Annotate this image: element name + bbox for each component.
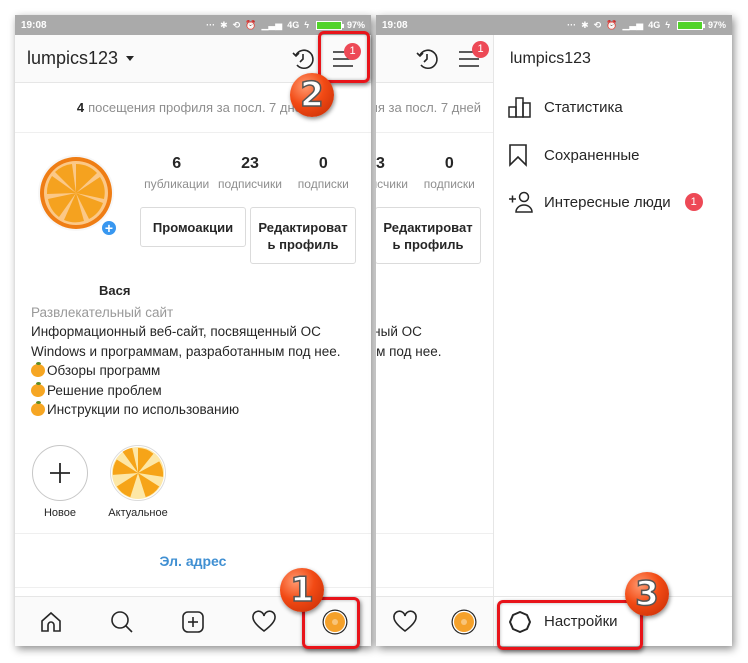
step-2-marker: 2 [290, 73, 334, 117]
signal-icon: ▁▃▅ [261, 19, 283, 30]
signal-icon: ▁▃▅ [622, 19, 644, 30]
tab-activity[interactable] [376, 597, 435, 646]
step-3-marker: 3 [625, 572, 669, 616]
stat-following-value: 0 [318, 155, 328, 172]
bluetooth-icon: ✱ [220, 19, 228, 30]
tangerine-emoji-icon [31, 381, 45, 397]
profile-avatar-icon [451, 609, 477, 634]
stat-posts-value: 6 [172, 155, 182, 172]
activity-heart-icon [393, 609, 418, 632]
archive-history-button[interactable] [287, 43, 319, 75]
visits-text: посещения профиля за посл. 7 дней [376, 100, 481, 115]
edit-profile-button[interactable]: Редактировать профиль [250, 207, 356, 264]
battery-percent: 97% [707, 20, 726, 30]
discover-people-badge: 1 [684, 193, 703, 211]
step-1-marker: 1 [280, 568, 324, 612]
stat-followers[interactable]: 23 подписчики [213, 155, 286, 191]
battery-icon [676, 20, 705, 30]
account-switcher[interactable]: lumpics123 [27, 48, 118, 69]
bar-chart-icon [508, 97, 531, 118]
tab-new-post[interactable] [157, 597, 228, 646]
menu-button[interactable]: 1 [453, 40, 489, 75]
orange-slice-image [111, 446, 165, 500]
profile-category: Развлекательный сайт [31, 304, 174, 320]
chevron-down-icon[interactable] [126, 56, 135, 61]
profile-visits-banner: посещения профиля за посл. 7 дней [376, 83, 493, 133]
menu-item-label: Статистика [544, 98, 623, 116]
drawer-username: lumpics123 [510, 50, 591, 67]
battery-icon [315, 20, 344, 30]
shifted-profile-view: 1 посещения профиля за посл. 7 дней 6пуб… [376, 15, 493, 646]
charging-icon: ϟ [665, 20, 670, 30]
highlight-label: Новое [43, 507, 77, 519]
email-contact-link[interactable]: Эл. адрес [15, 553, 371, 569]
phone-screen-menu-open: 19:08 ··· ✱ ⟲ ⏰ ▁▃▅ 4G ϟ 97% 1 я за посл… [376, 15, 732, 646]
bluetooth-icon: ✱ [581, 19, 589, 30]
add-post-icon [182, 610, 204, 633]
divider [15, 533, 371, 534]
profile-name: Вася [99, 283, 131, 298]
side-menu-drawer: lumpics123 Статистика Сохраненные Интере… [493, 35, 732, 646]
menu-notification-badge: 1 [472, 40, 489, 58]
visits-count: 4 [76, 100, 85, 115]
bio-line: Информационный веб-сайт, посвященный ОС [31, 324, 321, 339]
profile-app-bar: 1 [376, 35, 493, 83]
bio-line: Windows и программам, разработанным под … [31, 343, 341, 359]
network-type: 4G [648, 20, 661, 30]
stat-followers-value: 23 [241, 155, 259, 172]
edit-profile-button[interactable]: Редактировать профиль [376, 207, 481, 264]
rotation-lock-icon: ⟲ [232, 19, 241, 30]
bottom-tab-bar [376, 596, 493, 646]
highlight-actual[interactable]: Актуальное [107, 445, 169, 519]
menu-item-label: Интересные люди [544, 193, 671, 211]
highlight-label: Актуальное [108, 507, 168, 519]
status-time: 19:08 [21, 19, 47, 31]
profile-stats: 6 публикации 23 подписчики 0 подписки [140, 155, 360, 191]
home-icon [40, 611, 61, 632]
tab-profile[interactable] [435, 597, 494, 646]
stat-following-label: подписки [297, 177, 349, 191]
stat-followers-label: подписчики [218, 177, 282, 191]
menu-item-saved[interactable]: Сохраненные [508, 140, 722, 170]
dots-icon: ··· [567, 20, 577, 30]
plus-icon [50, 463, 70, 483]
alarm-icon: ⏰ [606, 19, 618, 30]
stat-posts-label: публикации [144, 177, 210, 191]
rotation-lock-icon: ⟲ [593, 19, 602, 30]
stat-following[interactable]: 0 подписки [287, 155, 360, 191]
bio-list-item: Обзоры программ [31, 361, 361, 381]
tab-home[interactable] [15, 597, 86, 646]
history-icon [292, 48, 314, 69]
alarm-icon: ⏰ [245, 19, 257, 30]
visits-text: посещения профиля за посл. 7 дней [88, 100, 310, 115]
history-icon [416, 48, 438, 69]
story-highlights: Новое Актуальное [29, 445, 169, 519]
dots-icon: ··· [206, 20, 216, 30]
highlight-new[interactable]: Новое [29, 445, 91, 519]
search-icon [110, 610, 133, 633]
promotions-button[interactable]: Промоакции [140, 207, 246, 247]
stat-posts[interactable]: 6 публикации [140, 155, 213, 191]
menu-item-discover-people[interactable]: Интересные люди 1 [508, 187, 722, 217]
bookmark-icon [509, 144, 527, 167]
charging-icon: ϟ [304, 20, 309, 30]
tangerine-emoji-icon [31, 401, 45, 417]
tab-search[interactable] [86, 597, 157, 646]
battery-percent: 97% [346, 20, 365, 30]
bio-list-item: Инструкции по использованию [31, 400, 361, 420]
highlight-menu-button [318, 31, 370, 83]
profile-bio: Вася Развлекательный сайт Информационный… [31, 281, 361, 420]
tangerine-emoji-icon [31, 362, 45, 378]
bio-list-item: Решение проблем [31, 381, 361, 401]
menu-item-label: Сохраненные [544, 146, 640, 164]
network-type: 4G [287, 20, 300, 30]
status-bar: 19:08 ··· ✱ ⟲ ⏰ ▁▃▅ 4G ϟ 97% [15, 15, 371, 35]
add-story-plus-icon[interactable]: + [100, 219, 118, 237]
menu-item-statistics[interactable]: Статистика [508, 92, 722, 122]
add-person-icon [509, 191, 533, 213]
archive-history-button[interactable] [411, 43, 443, 75]
activity-heart-icon [252, 609, 277, 632]
highlight-settings [497, 600, 643, 650]
